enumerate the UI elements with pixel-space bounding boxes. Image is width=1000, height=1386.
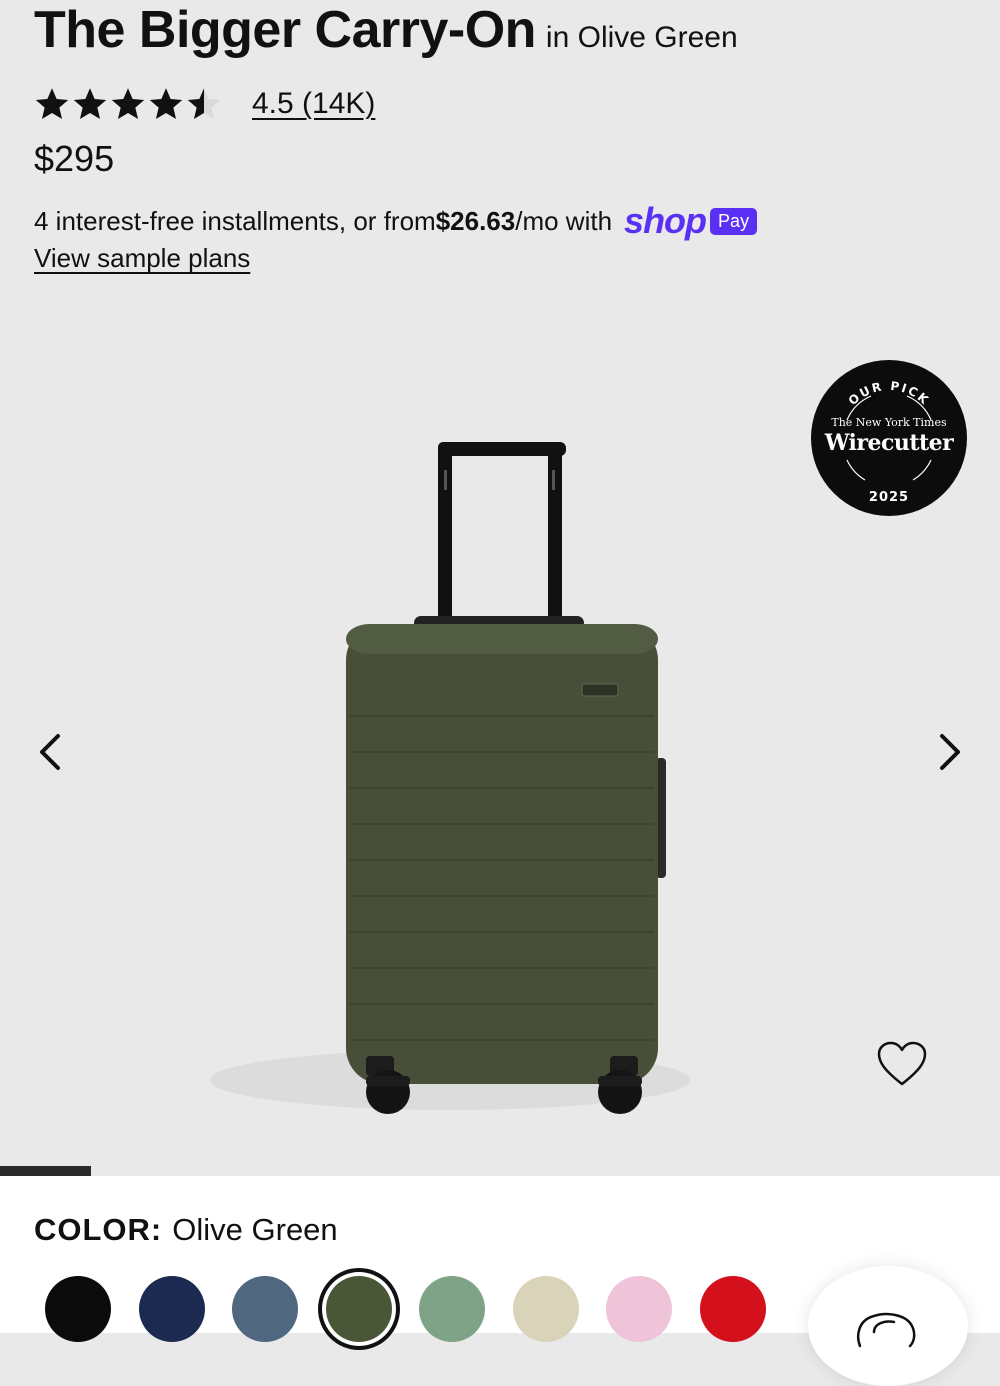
- selected-color-name: Olive Green: [172, 1212, 338, 1247]
- color-swatch-red[interactable]: [699, 1276, 766, 1342]
- badge-wirecutter: Wirecutter: [824, 430, 954, 456]
- chat-icon: [857, 1312, 916, 1348]
- reviews-link[interactable]: 4.5 (14K): [252, 87, 375, 121]
- product-title: The Bigger Carry-On: [34, 1, 536, 59]
- color-label: COLOR:: [34, 1212, 163, 1247]
- star-rating: [34, 86, 222, 122]
- installments-amount: $26.63: [435, 205, 516, 236]
- badge-nyt: The New York Times: [831, 416, 947, 429]
- shop-pay-logo: shop: [624, 200, 707, 241]
- shop-pay-badge: Pay: [710, 207, 758, 235]
- color-swatch-pink[interactable]: [606, 1276, 672, 1342]
- product-color-subtitle: in Olive Green: [545, 21, 738, 54]
- chevron-left-icon[interactable]: [30, 730, 70, 774]
- color-swatch-olive-green[interactable]: [325, 1276, 392, 1342]
- title-row: The Bigger Carry-On in Olive Green: [34, 0, 738, 60]
- gallery-progress-bar: [0, 1166, 1000, 1176]
- color-swatch-sand[interactable]: [512, 1276, 579, 1342]
- gallery-progress-fill: [0, 1166, 91, 1176]
- color-picker-section: COLOR: Olive Green: [0, 1176, 1000, 1386]
- product-header: The Bigger Carry-On in Olive Green 4.5 (1…: [0, 0, 1000, 1176]
- badge-year: 2025: [868, 490, 910, 505]
- wirecutter-badge: OUR PICK The New York Times Wirecutter 2…: [811, 360, 967, 516]
- color-swatch-navy[interactable]: [138, 1276, 205, 1342]
- installments-prefix: 4 interest-free installments, or from: [34, 205, 436, 236]
- star-icon: [73, 88, 107, 119]
- color-label-row: COLOR: Olive Green: [34, 1212, 338, 1248]
- product-image: [210, 442, 690, 1114]
- heart-icon[interactable]: [876, 1040, 928, 1088]
- star-icon: [149, 88, 183, 119]
- installments-info: 4 interest-free installments, or from $2…: [34, 200, 758, 242]
- chat-launcher[interactable]: [808, 1266, 968, 1386]
- installments-suffix: /mo with: [515, 205, 613, 236]
- star-icon: [111, 88, 145, 119]
- badge-arc-top: OUR PICK: [846, 379, 931, 408]
- rating-row: 4.5 (14K): [34, 86, 375, 122]
- color-swatch-sage[interactable]: [419, 1276, 485, 1342]
- view-sample-plans-link[interactable]: View sample plans: [34, 243, 250, 274]
- star-icon: [35, 88, 69, 119]
- chevron-right-icon[interactable]: [930, 730, 970, 774]
- star-half-icon: [187, 88, 221, 119]
- svg-text:OUR PICK: OUR PICK: [846, 379, 933, 408]
- color-swatch-slate-blue[interactable]: [232, 1276, 298, 1342]
- product-price: $295: [34, 138, 115, 179]
- color-swatch-black[interactable]: [45, 1276, 111, 1342]
